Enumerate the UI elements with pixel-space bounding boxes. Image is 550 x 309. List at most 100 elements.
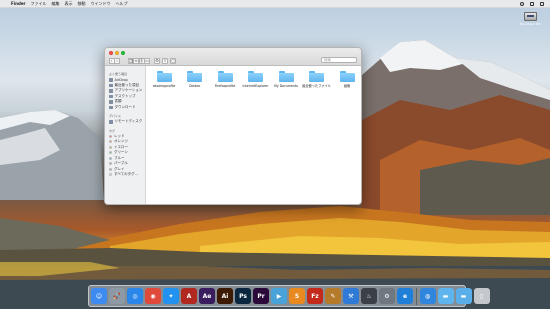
app-menu-finder[interactable]: Finder <box>11 1 26 6</box>
dock-trash-icon[interactable]: ▯ <box>473 288 490 304</box>
folder-icon <box>339 71 355 82</box>
folder-label: 最近使ったファイル <box>302 84 331 88</box>
menu-help[interactable]: ヘルプ <box>116 1 128 7</box>
sidebar-item-label: リモートディスク <box>114 119 143 124</box>
folder-label: Firefoxprofile <box>214 84 236 88</box>
sidebar-tag-label: ブルー <box>114 155 125 160</box>
dock-globe-icon[interactable]: ◍ <box>419 288 436 304</box>
clock-icon <box>109 83 113 87</box>
tag-color-dot-icon <box>109 134 112 138</box>
gallery-view-button[interactable]: ▭ <box>144 57 150 64</box>
sidebar-tag-label: オレンジ <box>114 139 128 144</box>
folder-label: Dotbro <box>189 84 200 88</box>
dock-launchpad-icon[interactable]: 🚀 <box>109 288 125 304</box>
dock-photoshop-icon[interactable]: Ps <box>235 288 251 304</box>
folder-item[interactable]: aksampprofile <box>149 71 179 88</box>
dock-sublime-text-icon[interactable]: S <box>289 288 305 304</box>
folder-item[interactable]: Dotbro <box>180 71 210 88</box>
folder-icon <box>217 71 233 82</box>
sidebar-tag-label: レッド <box>114 133 125 138</box>
dock-settings-icon[interactable]: ⚙ <box>379 288 395 304</box>
disc-icon <box>109 120 113 124</box>
dock-folder-icon[interactable]: ▬ <box>437 288 454 304</box>
dock-finder-icon[interactable]: ☺ <box>91 288 107 304</box>
tag-color-dot-icon <box>109 151 112 155</box>
dock-downloads-icon[interactable]: ▬ <box>455 288 472 304</box>
menu-go[interactable]: 移動 <box>78 1 86 7</box>
close-button[interactable] <box>109 51 113 55</box>
search-field[interactable]: 検索 <box>321 57 357 63</box>
sidebar-item-label: ダウンロード <box>114 104 136 109</box>
tag-color-dot-icon <box>109 156 112 160</box>
menu-window[interactable]: ウインドウ <box>91 1 111 7</box>
sidebar-item-label: デスクトップ <box>114 93 136 98</box>
folder-icon <box>156 71 172 82</box>
folder-icon <box>309 71 324 82</box>
sidebar-item-remote-disc[interactable]: リモートディスク <box>105 119 145 125</box>
search-icon[interactable] <box>520 2 524 6</box>
airdrop-icon <box>109 78 113 82</box>
dock-premiere-icon[interactable]: Pr <box>253 288 269 304</box>
finder-titlebar[interactable]: ‹ › ▦ ≡ ⫼ ▭ ⚙ ⇪ ◯ 検索 <box>105 48 361 66</box>
download-icon <box>109 105 113 109</box>
folder-label: My Documents <box>274 84 298 88</box>
folder-icon <box>278 71 294 82</box>
zoom-button[interactable] <box>121 51 125 55</box>
sidebar-tag-label: すべてのタグ... <box>114 172 138 177</box>
menu-icon[interactable] <box>540 2 544 6</box>
tag-color-dot-icon <box>109 162 112 166</box>
sidebar-tag-label: グレイ <box>114 166 125 171</box>
tag-color-dot-icon <box>109 173 112 177</box>
sidebar-tag-label: グリーン <box>114 150 128 155</box>
folder-item[interactable]: InternetExplorer <box>241 71 271 88</box>
menu-bar: Finder ファイル 編集 表示 移動 ウインドウ ヘルプ <box>0 0 550 8</box>
sidebar-tag-label: イエロー <box>114 144 128 149</box>
dock-chrome-icon[interactable]: ◉ <box>145 288 161 304</box>
hard-drive-icon[interactable] <box>524 12 537 21</box>
arrange-button[interactable]: ⚙ <box>154 57 160 64</box>
hard-drive-label: Macintosh HD <box>519 22 541 26</box>
folder-item[interactable]: My Documents <box>271 71 301 88</box>
dock-separator <box>416 287 417 305</box>
dock-edge-icon[interactable]: e <box>397 288 413 304</box>
dock-sublime-icon[interactable]: ▶ <box>271 288 287 304</box>
tag-color-dot-icon <box>109 140 112 144</box>
dock-safari-icon[interactable]: ✦ <box>163 288 179 304</box>
folder-item[interactable]: 画像 <box>332 71 361 88</box>
sidebar-item-downloads[interactable]: ダウンロード <box>105 105 145 111</box>
desktop-icon <box>109 94 113 98</box>
share-button[interactable]: ⇪ <box>162 57 168 64</box>
minimize-button[interactable] <box>115 51 119 55</box>
forward-button[interactable]: › <box>114 57 120 64</box>
folder-label: 画像 <box>343 84 351 88</box>
folder-icon <box>187 71 202 82</box>
dock-xcode-icon[interactable]: ⚒ <box>343 288 359 304</box>
dock-safari-like-icon[interactable]: ◎ <box>127 288 143 304</box>
folder-item[interactable]: Firefoxprofile <box>210 71 240 88</box>
finder-toolbar: ‹ › ▦ ≡ ⫼ ▭ ⚙ ⇪ ◯ 検索 <box>108 57 357 64</box>
dock: ☺ 🚀 ◎ ◉ ✦ A Ae Ai Ps Pr ▶ S Fz ✎ ⚒ ♨ ⚙ e ◍ ▬ ▬ ▯ <box>88 285 490 307</box>
dock-filezilla-icon[interactable]: Fz <box>307 288 323 304</box>
dock-after-effects-icon[interactable]: Ae <box>199 288 215 304</box>
dock-steam-icon[interactable]: ♨ <box>361 288 377 304</box>
sidebar-item-label: 書類 <box>114 99 122 104</box>
folder-label: InternetExplorer <box>242 84 269 88</box>
menubar-status-area <box>520 0 544 8</box>
sidebar-item-label: アプリケーション <box>114 88 143 93</box>
list-icon[interactable] <box>530 2 534 6</box>
sidebar-tag-label: パープル <box>114 161 128 166</box>
menu-edit[interactable]: 編集 <box>52 1 60 7</box>
finder-window: ‹ › ▦ ≡ ⫼ ▭ ⚙ ⇪ ◯ 検索 よく使う項目 AirDrop 最近使っ… <box>104 47 362 205</box>
tag-color-dot-icon <box>109 145 112 149</box>
dock-tool-icon[interactable]: ✎ <box>325 288 341 304</box>
folder-item[interactable]: 最近使ったファイル <box>302 71 332 88</box>
sidebar-heading-favorites: よく使う項目 <box>109 72 128 76</box>
dock-acrobat-icon[interactable]: A <box>181 288 197 304</box>
dock-illustrator-icon[interactable]: Ai <box>217 288 233 304</box>
sidebar-tag-item[interactable]: すべてのタグ... <box>105 172 145 178</box>
applications-icon <box>109 89 113 93</box>
menu-view[interactable]: 表示 <box>65 1 73 7</box>
tag-button[interactable]: ◯ <box>170 57 177 64</box>
folder-label: aksampprofile <box>152 84 176 88</box>
menu-file[interactable]: ファイル <box>31 1 47 7</box>
